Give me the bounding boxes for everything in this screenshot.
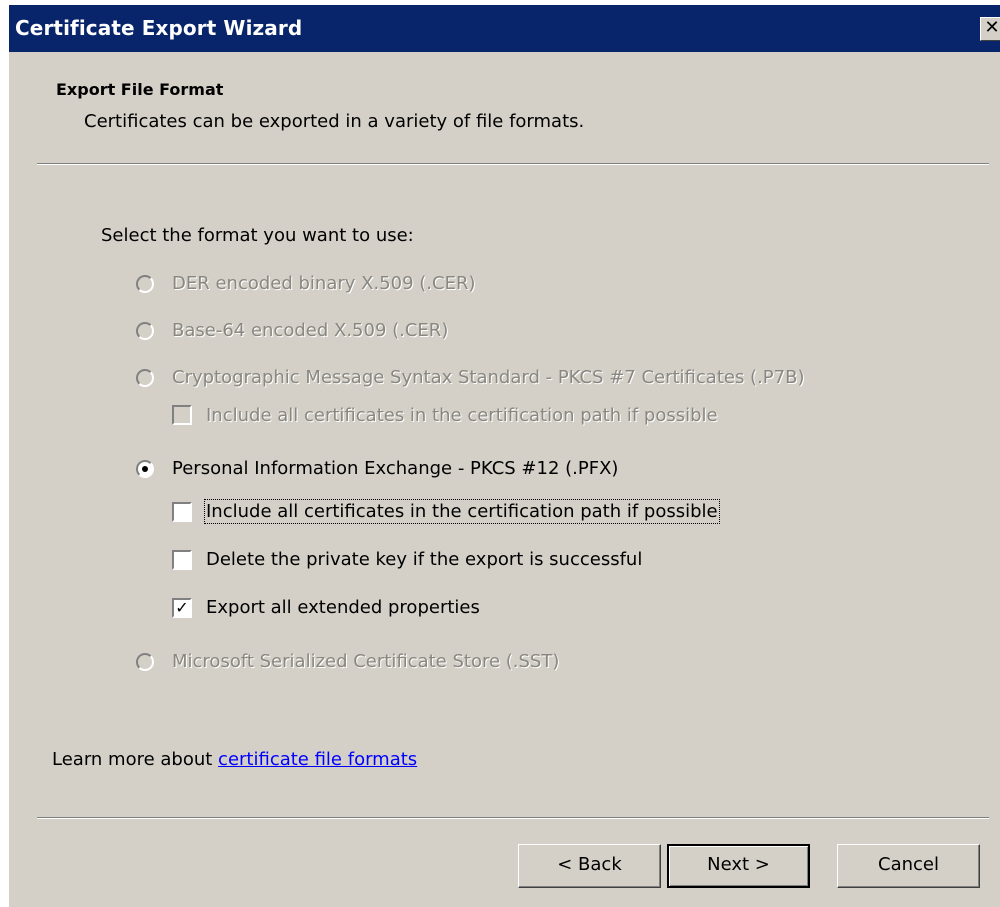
certificate-export-wizard-window: Certificate Export Wizard ✕ Export File … [8, 5, 1000, 907]
radio-der[interactable] [136, 275, 154, 293]
format-prompt: Select the format you want to use: [101, 225, 414, 246]
option-pkcs7-label: Cryptographic Message Syntax Standard - … [172, 367, 805, 388]
checkbox-pkcs7-include-all[interactable] [172, 405, 192, 425]
delete-private-key-label: Delete the private key if the export is … [206, 549, 643, 570]
pfx-include-all-label: Include all certificates in the certific… [204, 499, 720, 524]
option-pfx-label: Personal Information Exchange - PKCS #12… [172, 458, 619, 479]
cancel-button[interactable]: Cancel [837, 844, 980, 888]
checkbox-export-extended-properties[interactable]: ✓ [172, 598, 192, 618]
next-button[interactable]: Next > [667, 844, 810, 888]
radio-pkcs7[interactable] [136, 369, 154, 387]
back-button[interactable]: < Back [518, 844, 661, 888]
checkbox-pfx-include-all[interactable] [172, 502, 192, 522]
radio-pfx[interactable] [136, 460, 154, 478]
learn-more-text: Learn more about certificate file format… [52, 749, 417, 770]
footer-divider [37, 817, 989, 819]
learn-more-prefix: Learn more about [52, 749, 219, 770]
option-der-label: DER encoded binary X.509 (.CER) [172, 273, 476, 294]
header-divider [37, 163, 989, 165]
option-base64-label: Base-64 encoded X.509 (.CER) [172, 320, 449, 341]
close-icon[interactable]: ✕ [980, 17, 1000, 41]
radio-base64[interactable] [136, 322, 154, 340]
page-title: Export File Format [56, 80, 224, 99]
radio-sst[interactable] [136, 653, 154, 671]
pkcs7-include-all-label: Include all certificates in the certific… [206, 405, 718, 426]
export-extended-properties-label: Export all extended properties [206, 597, 480, 618]
option-sst-label: Microsoft Serialized Certificate Store (… [172, 651, 560, 672]
page-subtitle: Certificates can be exported in a variet… [84, 111, 585, 132]
checkbox-delete-private-key[interactable] [172, 550, 192, 570]
window-title: Certificate Export Wizard [15, 16, 303, 40]
title-bar[interactable]: Certificate Export Wizard ✕ [9, 5, 1000, 52]
certificate-file-formats-link[interactable]: certificate file formats [218, 749, 417, 770]
